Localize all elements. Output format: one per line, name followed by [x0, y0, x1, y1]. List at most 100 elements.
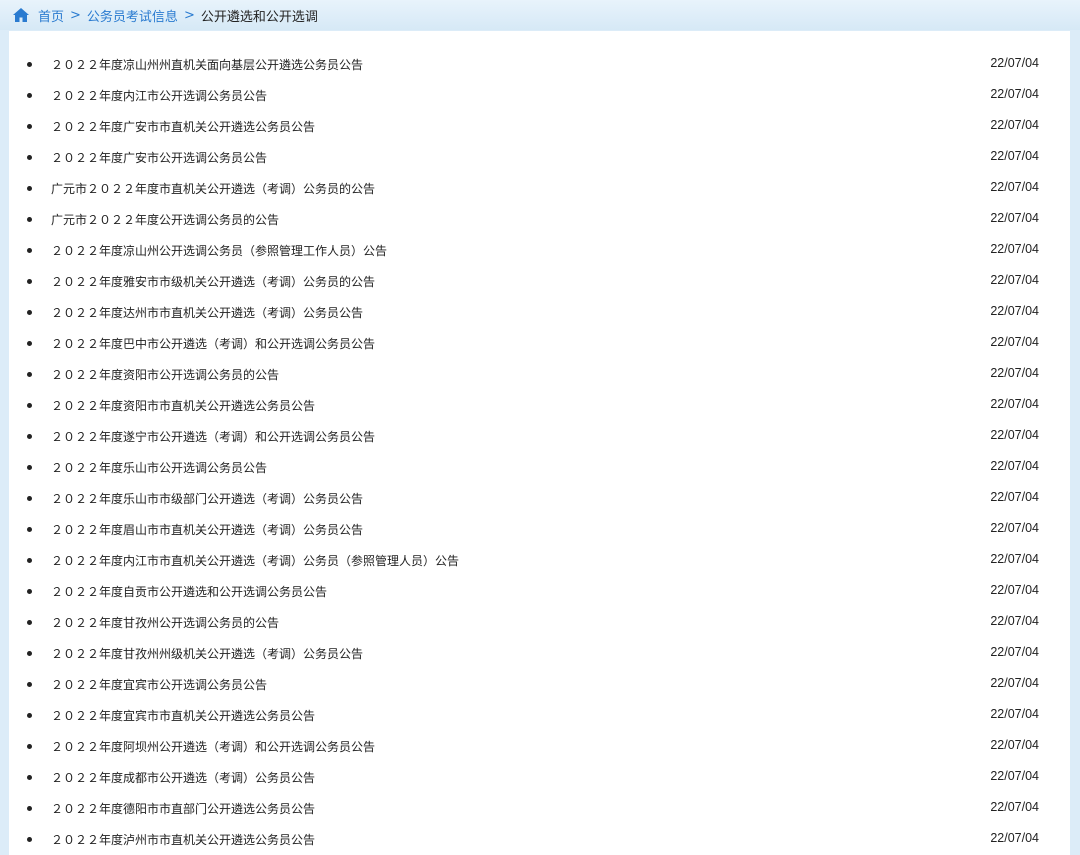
announcement-title-link[interactable]: ２０２２年度德阳市市直部门公开遴选公务员公告	[51, 800, 315, 817]
home-icon[interactable]	[12, 7, 30, 23]
bullet-icon	[27, 217, 32, 222]
bullet-icon	[27, 403, 32, 408]
announcement-date: 22/07/04	[990, 242, 1039, 256]
announcement-date: 22/07/04	[990, 459, 1039, 473]
announcement-title-link[interactable]: ２０２２年度甘孜州公开选调公务员的公告	[51, 614, 279, 631]
list-item[interactable]: ２０２２年度泸州市市直机关公开遴选公务员公告 22/07/04	[9, 824, 1070, 855]
bullet-icon	[27, 434, 32, 439]
announcement-date: 22/07/04	[990, 490, 1039, 504]
announcement-title-link[interactable]: 广元市２０２２年度公开选调公务员的公告	[51, 211, 279, 228]
announcement-date: 22/07/04	[990, 552, 1039, 566]
list-item[interactable]: ２０２２年度资阳市市直机关公开遴选公务员公告 22/07/04	[9, 390, 1070, 421]
list-item[interactable]: ２０２２年度宜宾市公开选调公务员公告 22/07/04	[9, 669, 1070, 700]
announcement-date: 22/07/04	[990, 645, 1039, 659]
announcement-title-link[interactable]: ２０２２年度巴中市公开遴选（考调）和公开选调公务员公告	[51, 335, 375, 352]
announcement-title-link[interactable]: ２０２２年度泸州市市直机关公开遴选公务员公告	[51, 831, 315, 848]
announcement-title-link[interactable]: ２０２２年度遂宁市公开遴选（考调）和公开选调公务员公告	[51, 428, 375, 445]
list-item[interactable]: ２０２２年度乐山市市级部门公开遴选（考调）公务员公告 22/07/04	[9, 483, 1070, 514]
list-item[interactable]: ２０２２年度凉山州州直机关面向基层公开遴选公务员公告 22/07/04	[9, 49, 1070, 80]
announcement-title-link[interactable]: ２０２２年度眉山市市直机关公开遴选（考调）公务员公告	[51, 521, 363, 538]
list-item[interactable]: ２０２２年度内江市公开选调公务员公告 22/07/04	[9, 80, 1070, 111]
announcement-title-link[interactable]: ２０２２年度宜宾市公开选调公务员公告	[51, 676, 267, 693]
announcement-title-link[interactable]: ２０２２年度雅安市市级机关公开遴选（考调）公务员的公告	[51, 273, 375, 290]
bullet-icon	[27, 372, 32, 377]
bullet-icon	[27, 341, 32, 346]
list-item[interactable]: ２０２２年度成都市公开遴选（考调）公务员公告 22/07/04	[9, 762, 1070, 793]
bullet-icon	[27, 837, 32, 842]
announcement-date: 22/07/04	[990, 707, 1039, 721]
bullet-icon	[27, 310, 32, 315]
announcement-title-link[interactable]: ２０２２年度资阳市市直机关公开遴选公务员公告	[51, 397, 315, 414]
announcement-date: 22/07/04	[990, 366, 1039, 380]
bullet-icon	[27, 186, 32, 191]
list-item[interactable]: ２０２２年度巴中市公开遴选（考调）和公开选调公务员公告 22/07/04	[9, 328, 1070, 359]
announcement-title-link[interactable]: ２０２２年度自贡市公开遴选和公开选调公务员公告	[51, 583, 327, 600]
bullet-icon	[27, 589, 32, 594]
bullet-icon	[27, 806, 32, 811]
list-item[interactable]: ２０２２年度遂宁市公开遴选（考调）和公开选调公务员公告 22/07/04	[9, 421, 1070, 452]
announcement-title-link[interactable]: ２０２２年度内江市公开选调公务员公告	[51, 87, 267, 104]
announcement-date: 22/07/04	[990, 769, 1039, 783]
list-item[interactable]: ２０２２年度达州市市直机关公开遴选（考调）公务员公告 22/07/04	[9, 297, 1070, 328]
list-item[interactable]: ２０２２年度宜宾市市直机关公开遴选公务员公告 22/07/04	[9, 700, 1070, 731]
bullet-icon	[27, 527, 32, 532]
bullet-icon	[27, 62, 32, 67]
announcement-title-link[interactable]: ２０２２年度阿坝州公开遴选（考调）和公开选调公务员公告	[51, 738, 375, 755]
list-item[interactable]: ２０２２年度眉山市市直机关公开遴选（考调）公务员公告 22/07/04	[9, 514, 1070, 545]
bullet-icon	[27, 124, 32, 129]
announcement-date: 22/07/04	[990, 273, 1039, 287]
announcement-date: 22/07/04	[990, 304, 1039, 318]
bullet-icon	[27, 651, 32, 656]
announcement-date: 22/07/04	[990, 831, 1039, 845]
announcement-date: 22/07/04	[990, 87, 1039, 101]
list-item[interactable]: ２０２２年度甘孜州公开选调公务员的公告 22/07/04	[9, 607, 1070, 638]
list-item[interactable]: ２０２２年度阿坝州公开遴选（考调）和公开选调公务员公告 22/07/04	[9, 731, 1070, 762]
announcement-title-link[interactable]: ２０２２年度广安市公开选调公务员公告	[51, 149, 267, 166]
announcement-title-link[interactable]: ２０２２年度乐山市公开选调公务员公告	[51, 459, 267, 476]
breadcrumb-category-link[interactable]: 公务员考试信息	[87, 6, 178, 25]
announcement-title-link[interactable]: ２０２２年度宜宾市市直机关公开遴选公务员公告	[51, 707, 315, 724]
bullet-icon	[27, 496, 32, 501]
list-item[interactable]: ２０２２年度雅安市市级机关公开遴选（考调）公务员的公告 22/07/04	[9, 266, 1070, 297]
list-item[interactable]: ２０２２年度广安市公开选调公务员公告 22/07/04	[9, 142, 1070, 173]
breadcrumb-home-link[interactable]: 首页	[38, 6, 64, 25]
announcement-title-link[interactable]: ２０２２年度凉山州州直机关面向基层公开遴选公务员公告	[51, 56, 363, 73]
announcement-title-link[interactable]: ２０２２年度凉山州公开选调公务员（参照管理工作人员）公告	[51, 242, 387, 259]
bullet-icon	[27, 620, 32, 625]
announcement-date: 22/07/04	[990, 149, 1039, 163]
breadcrumb: 首页 > 公务员考试信息 > 公开遴选和公开选调	[0, 0, 1080, 30]
announcement-date: 22/07/04	[990, 800, 1039, 814]
bullet-icon	[27, 93, 32, 98]
list-item[interactable]: ２０２２年度乐山市公开选调公务员公告 22/07/04	[9, 452, 1070, 483]
announcement-title-link[interactable]: ２０２２年度内江市市直机关公开遴选（考调）公务员（参照管理人员）公告	[51, 552, 459, 569]
breadcrumb-current: 公开遴选和公开选调	[200, 9, 318, 25]
announcement-title-link[interactable]: ２０２２年度达州市市直机关公开遴选（考调）公务员公告	[51, 304, 363, 321]
announcement-date: 22/07/04	[990, 211, 1039, 225]
list-item[interactable]: ２０２２年度自贡市公开遴选和公开选调公务员公告 22/07/04	[9, 576, 1070, 607]
bullet-icon	[27, 155, 32, 160]
bullet-icon	[27, 248, 32, 253]
announcement-date: 22/07/04	[990, 335, 1039, 349]
list-item[interactable]: ２０２２年度广安市市直机关公开遴选公务员公告 22/07/04	[9, 111, 1070, 142]
bullet-icon	[27, 713, 32, 718]
announcement-date: 22/07/04	[990, 738, 1039, 752]
announcement-title-link[interactable]: 广元市２０２２年度市直机关公开遴选（考调）公务员的公告	[51, 180, 375, 197]
announcement-title-link[interactable]: ２０２２年度资阳市公开选调公务员的公告	[51, 366, 279, 383]
announcement-title-link[interactable]: ２０２２年度乐山市市级部门公开遴选（考调）公务员公告	[51, 490, 363, 507]
announcement-title-link[interactable]: ２０２２年度广安市市直机关公开遴选公务员公告	[51, 118, 315, 135]
list-item[interactable]: ２０２２年度资阳市公开选调公务员的公告 22/07/04	[9, 359, 1070, 390]
announcement-date: 22/07/04	[990, 614, 1039, 628]
list-item[interactable]: ２０２２年度内江市市直机关公开遴选（考调）公务员（参照管理人员）公告 22/07/…	[9, 545, 1070, 576]
announcement-panel: ２０２２年度凉山州州直机关面向基层公开遴选公务员公告 22/07/04 ２０２２年度…	[9, 31, 1070, 855]
list-item[interactable]: 广元市２０２２年度公开选调公务员的公告 22/07/04	[9, 204, 1070, 235]
list-item[interactable]: 广元市２０２２年度市直机关公开遴选（考调）公务员的公告 22/07/04	[9, 173, 1070, 204]
announcement-title-link[interactable]: ２０２２年度甘孜州州级机关公开遴选（考调）公务员公告	[51, 645, 363, 662]
list-item[interactable]: ２０２２年度德阳市市直部门公开遴选公务员公告 22/07/04	[9, 793, 1070, 824]
list-item[interactable]: ２０２２年度甘孜州州级机关公开遴选（考调）公务员公告 22/07/04	[9, 638, 1070, 669]
announcement-date: 22/07/04	[990, 676, 1039, 690]
announcement-date: 22/07/04	[990, 583, 1039, 597]
announcement-date: 22/07/04	[990, 118, 1039, 132]
bullet-icon	[27, 744, 32, 749]
announcement-title-link[interactable]: ２０２２年度成都市公开遴选（考调）公务员公告	[51, 769, 315, 786]
list-item[interactable]: ２０２２年度凉山州公开选调公务员（参照管理工作人员）公告 22/07/04	[9, 235, 1070, 266]
